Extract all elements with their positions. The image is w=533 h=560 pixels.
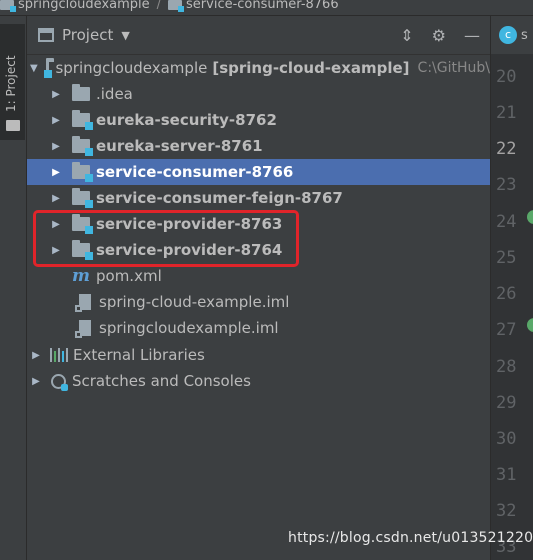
line-number: 20 — [496, 67, 517, 87]
line-number: 32 — [496, 501, 517, 521]
library-icon — [50, 348, 68, 362]
line-number: 21 — [496, 103, 517, 123]
expand-arrow-right-icon[interactable]: ▶ — [50, 89, 62, 100]
project-window-icon — [38, 28, 54, 42]
expand-arrow-right-icon[interactable]: ▶ — [50, 193, 62, 204]
gear-icon[interactable]: ⚙ — [432, 26, 446, 45]
module-folder-icon — [168, 0, 185, 12]
tree-item-eureka-security[interactable]: ▶ eureka-security-8762 — [27, 107, 490, 133]
tree-item-label: springcloudexample.iml — [99, 319, 279, 337]
line-number: 24 — [496, 212, 517, 232]
module-folder-icon — [72, 214, 93, 234]
expand-arrow-right-icon[interactable]: ▶ — [50, 115, 62, 126]
chevron-down-icon[interactable]: ▼ — [121, 29, 129, 42]
expand-arrow-down-icon[interactable]: ▼ — [30, 63, 38, 74]
watermark-text: https://blog.csdn.net/u013521220 — [288, 530, 533, 546]
line-number: 31 — [496, 465, 517, 485]
module-folder-icon — [72, 162, 93, 182]
breadcrumb-label: service-consumer-8766 — [186, 0, 339, 12]
expand-arrow-right-icon[interactable]: ▶ — [30, 376, 42, 387]
line-number: 30 — [496, 429, 517, 449]
tree-item-label: External Libraries — [73, 346, 205, 364]
module-file-icon — [75, 320, 91, 338]
line-number: 27 — [496, 320, 517, 340]
line-number: 26 — [496, 284, 517, 304]
expand-arrow-right-icon[interactable]: ▶ — [30, 350, 42, 361]
editor-tab-label: s — [521, 27, 528, 43]
tree-item-iml-1[interactable]: spring-cloud-example.iml — [27, 289, 490, 315]
expand-arrow-right-icon[interactable]: ▶ — [50, 245, 62, 256]
expand-arrow-right-icon[interactable]: ▶ — [50, 219, 62, 230]
line-number: 25 — [496, 248, 517, 268]
project-panel-header: Project ▼ ⇕ ⚙ — — [27, 16, 490, 55]
breadcrumb-item-project[interactable]: springcloudexample — [0, 0, 150, 12]
tree-item-label: service-consumer-feign-8767 — [96, 189, 343, 207]
module-file-icon — [75, 294, 91, 312]
class-file-icon: c — [499, 26, 517, 44]
line-number: 23 — [496, 175, 517, 195]
tree-item-label: service-consumer-8766 — [96, 163, 294, 181]
module-folder-icon — [72, 136, 93, 156]
line-number: 22 — [496, 139, 517, 159]
module-folder-icon — [72, 240, 93, 260]
module-folder-icon — [72, 188, 93, 208]
minimize-icon[interactable]: — — [464, 26, 480, 45]
module-folder-icon — [44, 58, 54, 78]
tree-item-scratches[interactable]: ▶ Scratches and Consoles — [27, 368, 490, 394]
breadcrumb-separator: / — [156, 0, 162, 12]
maven-icon: m — [72, 266, 90, 286]
tree-item-iml-2[interactable]: springcloudexample.iml — [27, 315, 490, 341]
tree-item-label: spring-cloud-example.iml — [99, 293, 290, 311]
folder-icon — [6, 120, 20, 131]
tree-item-pom[interactable]: m pom.xml — [27, 263, 490, 289]
tree-item-label: service-provider-8763 — [96, 215, 283, 233]
tree-item-service-provider-8763[interactable]: ▶ service-provider-8763 — [27, 211, 490, 237]
tree-item-service-consumer[interactable]: ▶ service-consumer-8766 — [27, 159, 490, 185]
breadcrumb-item-module[interactable]: service-consumer-8766 — [168, 0, 339, 12]
collapse-all-icon[interactable]: ⇕ — [400, 26, 413, 45]
project-view-selector[interactable]: Project — [62, 26, 113, 44]
root-project-name: springcloudexample — [55, 59, 208, 77]
root-path: C:\GitHub\ — [417, 60, 490, 76]
panel-toolbar: ⇕ ⚙ — — [400, 26, 480, 45]
ide-window: springcloudexample / service-consumer-87… — [0, 0, 533, 560]
tool-window-stripe: 1: Project — [0, 16, 27, 560]
tree-item-label: eureka-server-8761 — [96, 137, 263, 155]
tree-item-eureka-server[interactable]: ▶ eureka-server-8761 — [27, 133, 490, 159]
tree-item-external-libraries[interactable]: ▶ External Libraries — [27, 342, 490, 368]
folder-icon — [72, 84, 90, 101]
breadcrumb: springcloudexample / service-consumer-87… — [0, 0, 533, 16]
breadcrumb-label: springcloudexample — [18, 0, 150, 12]
tree-root-row[interactable]: ▼ springcloudexample [spring-cloud-examp… — [27, 55, 490, 81]
root-module-name: [spring-cloud-example] — [212, 59, 410, 77]
scratches-icon — [51, 373, 68, 391]
line-number: 29 — [496, 393, 517, 413]
tree-item-service-provider-8764[interactable]: ▶ service-provider-8764 — [27, 237, 490, 263]
tree-item-service-consumer-feign[interactable]: ▶ service-consumer-feign-8767 — [27, 185, 490, 211]
project-tool-tab[interactable]: 1: Project — [0, 24, 25, 140]
editor-tab[interactable]: c s — [491, 16, 533, 54]
tree-item-label: eureka-security-8762 — [96, 111, 277, 129]
tree-item-label: Scratches and Consoles — [72, 372, 251, 390]
project-tool-label: 1: Project — [4, 55, 18, 112]
line-number: 28 — [496, 357, 517, 377]
tree-item-label: pom.xml — [96, 267, 162, 285]
expand-arrow-right-icon[interactable]: ▶ — [50, 141, 62, 152]
tree-item-label: .idea — [96, 85, 133, 103]
expand-arrow-right-icon[interactable]: ▶ — [50, 167, 62, 178]
tree-item-label: service-provider-8764 — [96, 241, 283, 259]
project-tree: ▼ springcloudexample [spring-cloud-examp… — [27, 55, 490, 560]
tree-item-idea[interactable]: ▶ .idea — [27, 81, 490, 107]
module-folder-icon — [72, 110, 93, 130]
module-folder-icon — [0, 0, 16, 12]
